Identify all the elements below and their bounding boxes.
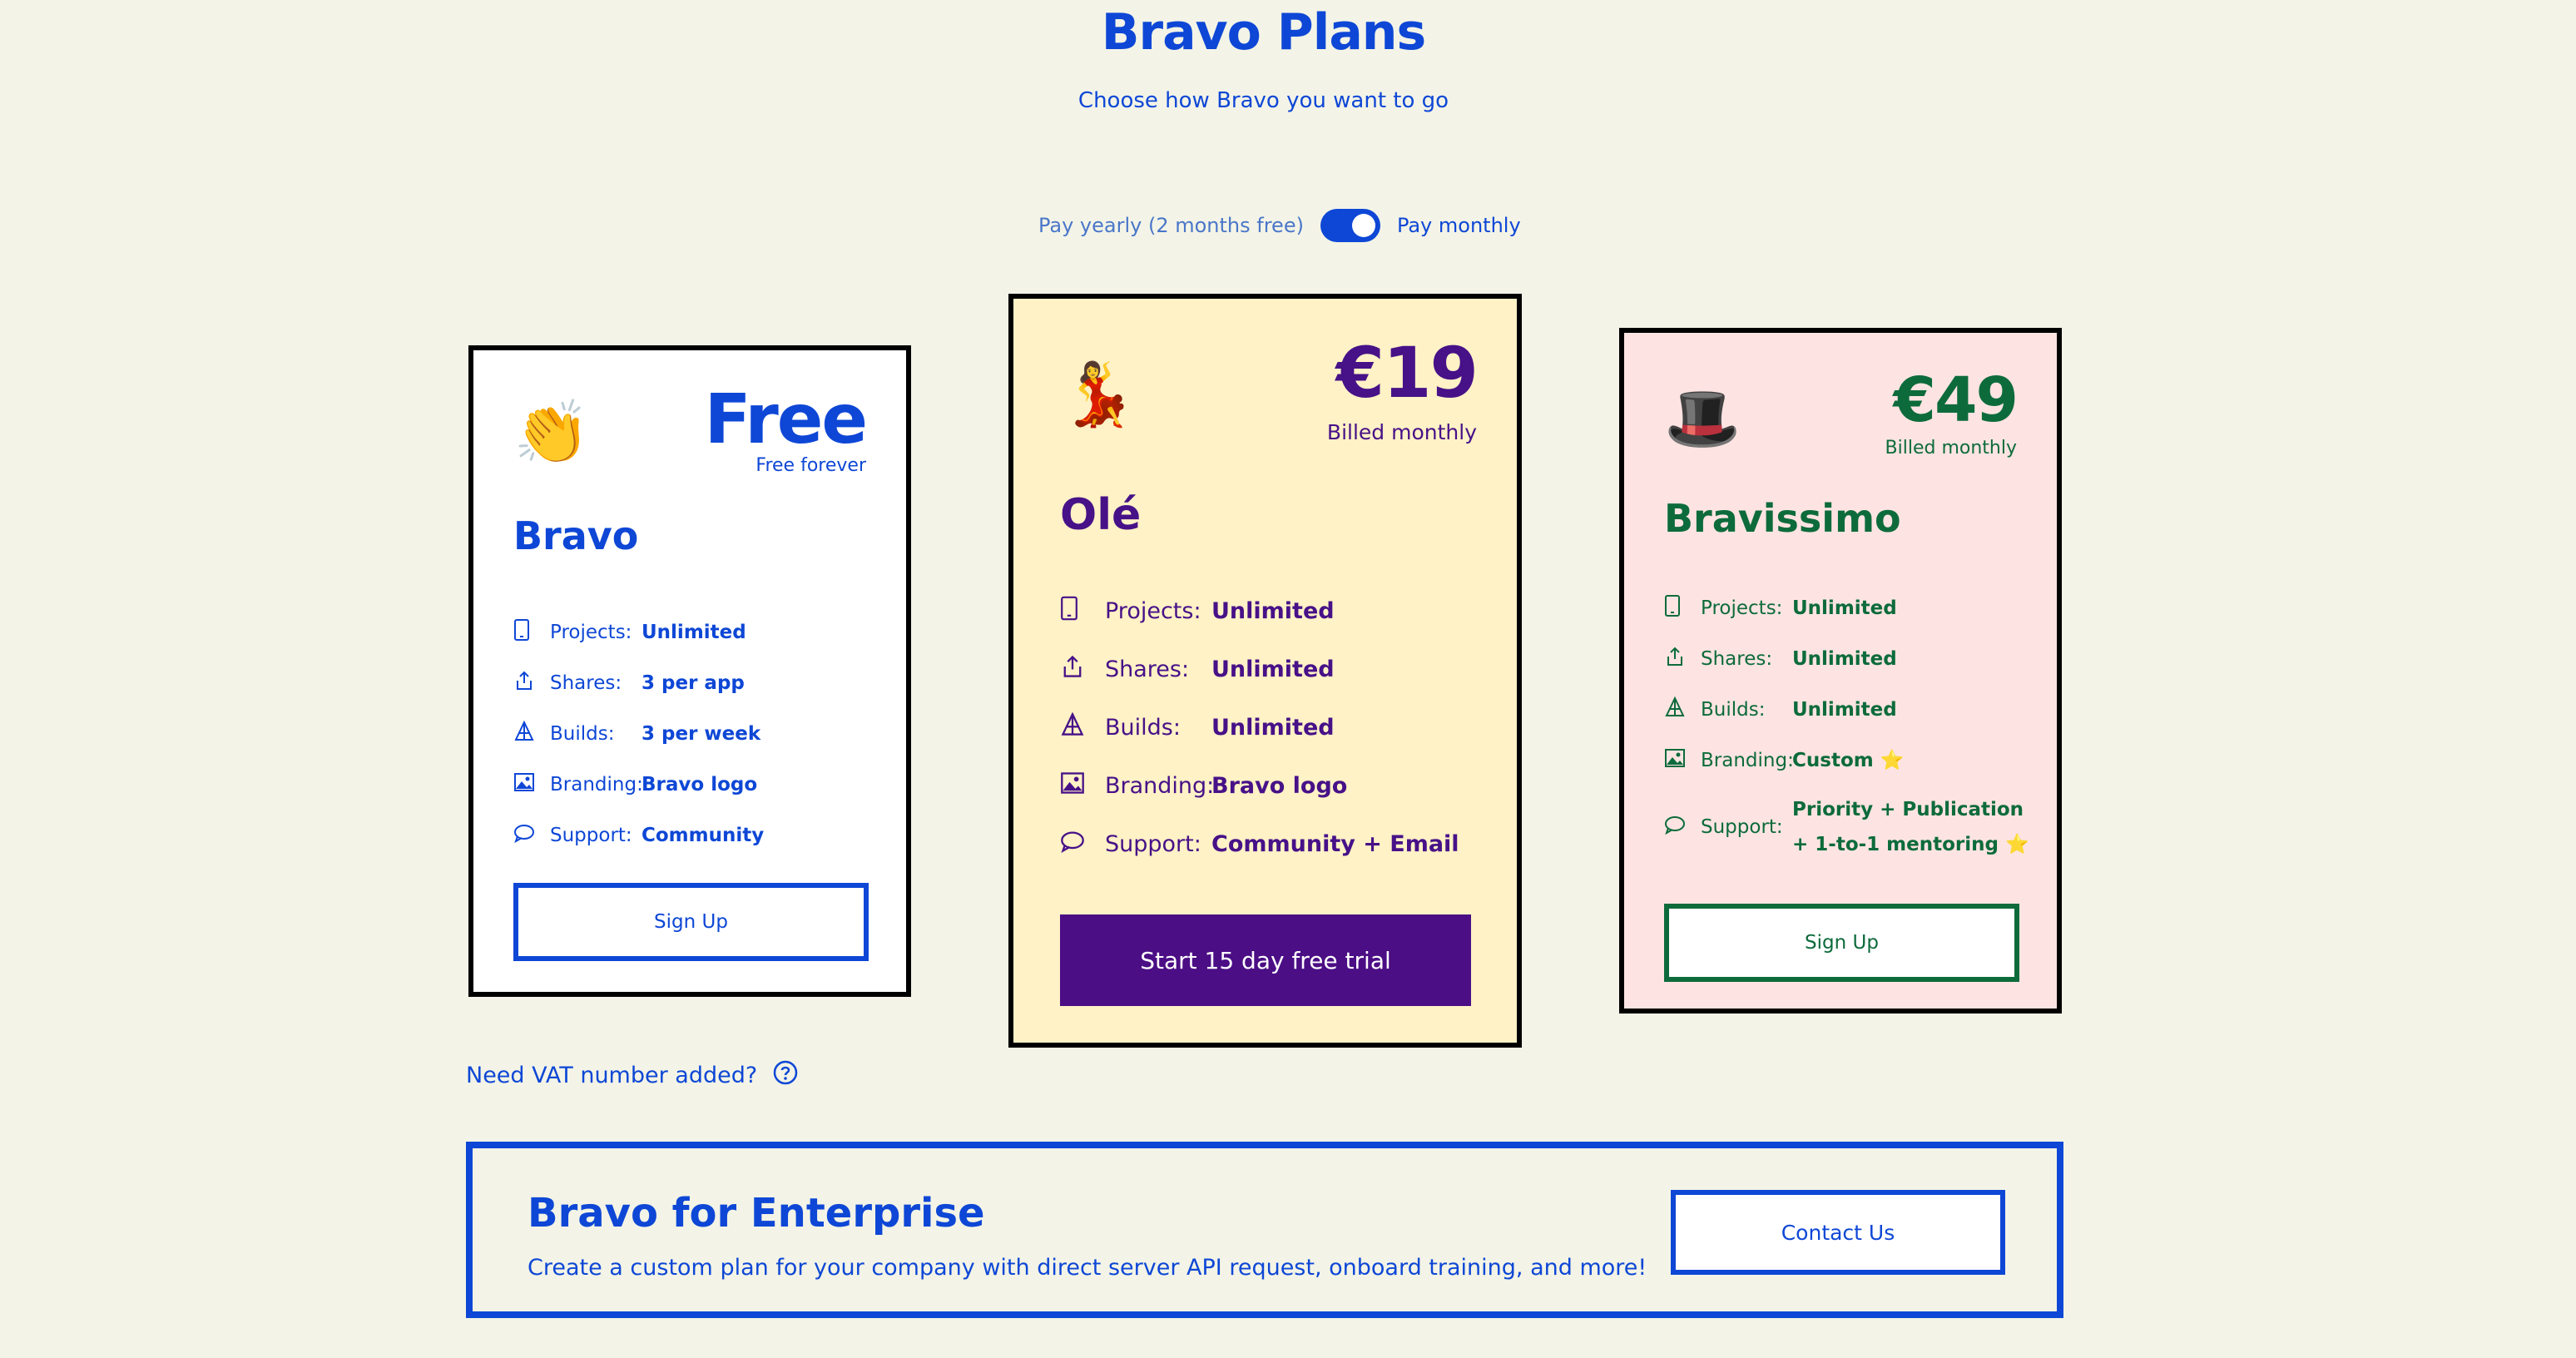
feature-value: Unlimited xyxy=(1792,698,1897,721)
share-icon xyxy=(1060,654,1105,685)
billing-period-toggle[interactable] xyxy=(1320,209,1380,242)
feature-shares: Shares: Unlimited xyxy=(1664,633,2034,684)
feature-label: Projects: xyxy=(550,621,632,643)
enterprise-banner: Bravo for Enterprise Create a custom pla… xyxy=(466,1142,2063,1318)
page-subtitle: Choose how Bravo you want to go xyxy=(1077,88,1449,113)
feature-value: Unlimited xyxy=(1211,597,1335,624)
top-hat-icon: 🎩 xyxy=(1664,383,1741,454)
plan-card-bravissimo: 🎩 €49 Billed monthly Bravissimo Projects… xyxy=(1619,328,2062,1014)
feature-builds: Builds: Unlimited xyxy=(1060,698,1459,756)
image-icon xyxy=(513,771,550,798)
plan-price: €19 xyxy=(1335,332,1479,414)
plan-price: €49 xyxy=(1893,364,2019,436)
vat-label[interactable]: Need VAT number added? xyxy=(466,1063,757,1088)
help-circle-icon[interactable] xyxy=(772,1059,799,1092)
feature-value: Custom ⭐ xyxy=(1792,749,1905,771)
plan-name: Bravissimo xyxy=(1664,496,1901,541)
feature-value: Unlimited xyxy=(642,621,746,643)
feature-label: Support: xyxy=(1701,816,1783,838)
feature-label: Branding: xyxy=(550,773,643,795)
feature-branding: Branding: Bravo logo xyxy=(1060,756,1459,815)
feature-label: Projects: xyxy=(1701,597,1783,619)
feature-label: Shares: xyxy=(550,672,622,694)
clapping-hands-icon: 👏 xyxy=(513,397,591,468)
plan-name: Olé xyxy=(1060,490,1142,540)
phone-icon xyxy=(1060,596,1105,627)
image-icon xyxy=(1664,747,1701,774)
plan-price-note: Billed monthly xyxy=(1885,438,2017,458)
feature-value: 3 per app xyxy=(642,672,745,694)
feature-value: Bravo logo xyxy=(642,773,758,795)
feature-label: Builds: xyxy=(1701,698,1766,721)
feature-label: Projects: xyxy=(1105,597,1201,624)
build-icon xyxy=(1060,711,1105,743)
feature-shares: Shares: 3 per app xyxy=(513,657,764,708)
feature-shares: Shares: Unlimited xyxy=(1060,640,1459,698)
enterprise-description: Create a custom plan for your company wi… xyxy=(528,1255,1647,1281)
feature-label: Branding: xyxy=(1105,772,1215,799)
feature-projects: Projects: Unlimited xyxy=(1060,582,1459,640)
feature-projects: Projects: Unlimited xyxy=(513,607,764,657)
feature-value: Bravo logo xyxy=(1211,772,1348,799)
pay-yearly-label[interactable]: Pay yearly (2 months free) xyxy=(1038,214,1304,237)
billing-toggle-row: Pay yearly (2 months free) Pay monthly xyxy=(1038,206,1521,245)
plan-name: Bravo xyxy=(513,513,639,558)
vat-row: Need VAT number added? xyxy=(466,1059,799,1092)
feature-label: Support: xyxy=(1105,830,1201,857)
build-icon xyxy=(1664,696,1701,723)
feature-support: Support: Community xyxy=(513,810,764,860)
start-free-trial-button[interactable]: Start 15 day free trial xyxy=(1060,914,1471,1006)
feature-value: 3 per week xyxy=(642,722,761,745)
feature-value: Unlimited xyxy=(1211,656,1335,682)
feature-list: Projects: Unlimited Shares: Unlimited Bu… xyxy=(1060,582,1459,873)
feature-label: Branding: xyxy=(1701,749,1794,771)
feature-label: Support: xyxy=(550,824,632,846)
feature-branding: Branding: Custom ⭐ xyxy=(1664,735,2034,786)
toggle-knob xyxy=(1351,214,1375,237)
feature-label: Shares: xyxy=(1701,647,1773,670)
pay-monthly-label[interactable]: Pay monthly xyxy=(1397,214,1521,237)
share-icon xyxy=(513,670,550,696)
feature-builds: Builds: Unlimited xyxy=(1664,684,2034,735)
phone-icon xyxy=(1664,594,1701,622)
feature-support: Support: Priority + Publication + 1-to-1… xyxy=(1664,786,2034,869)
plan-card-ole: 💃 €19 Billed monthly Olé Projects: Unlim… xyxy=(1008,294,1522,1048)
feature-list: Projects: Unlimited Shares: 3 per app Bu… xyxy=(513,607,764,860)
feature-label: Shares: xyxy=(1105,656,1190,682)
share-icon xyxy=(1664,646,1701,672)
feature-builds: Builds: 3 per week xyxy=(513,708,764,759)
contact-us-button[interactable]: Contact Us xyxy=(1671,1190,2005,1275)
plan-price-note: Billed monthly xyxy=(1326,420,1477,444)
image-icon xyxy=(1060,771,1105,801)
page-title: Bravo Plans xyxy=(1101,3,1427,62)
build-icon xyxy=(513,720,550,747)
feature-value: Unlimited xyxy=(1211,714,1335,741)
feature-branding: Branding: Bravo logo xyxy=(513,759,764,810)
feature-list: Projects: Unlimited Shares: Unlimited Bu… xyxy=(1664,582,2034,869)
plan-price: Free xyxy=(704,380,868,459)
feature-projects: Projects: Unlimited xyxy=(1664,582,2034,633)
plan-price-note: Free forever xyxy=(755,455,866,476)
sign-up-button[interactable]: Sign Up xyxy=(513,883,869,961)
phone-icon xyxy=(513,618,550,646)
feature-value: Unlimited xyxy=(1792,597,1897,619)
enterprise-title: Bravo for Enterprise xyxy=(528,1190,985,1237)
feature-value: Community xyxy=(642,824,765,846)
dancer-icon: 💃 xyxy=(1060,359,1137,430)
plan-card-bravo: 👏 Free Free forever Bravo Projects: Unli… xyxy=(468,345,911,997)
feature-value: Community + Email xyxy=(1211,830,1459,857)
chat-icon xyxy=(513,823,550,848)
chat-icon xyxy=(1664,815,1701,840)
feature-support: Support: Community + Email xyxy=(1060,815,1459,873)
feature-value: Priority + Publication + 1-to-1 mentorin… xyxy=(1792,799,2029,855)
feature-label: Builds: xyxy=(550,722,615,745)
sign-up-button[interactable]: Sign Up xyxy=(1664,904,2019,982)
feature-value: Unlimited xyxy=(1792,647,1897,670)
chat-icon xyxy=(1060,830,1105,859)
feature-label: Builds: xyxy=(1105,714,1181,741)
